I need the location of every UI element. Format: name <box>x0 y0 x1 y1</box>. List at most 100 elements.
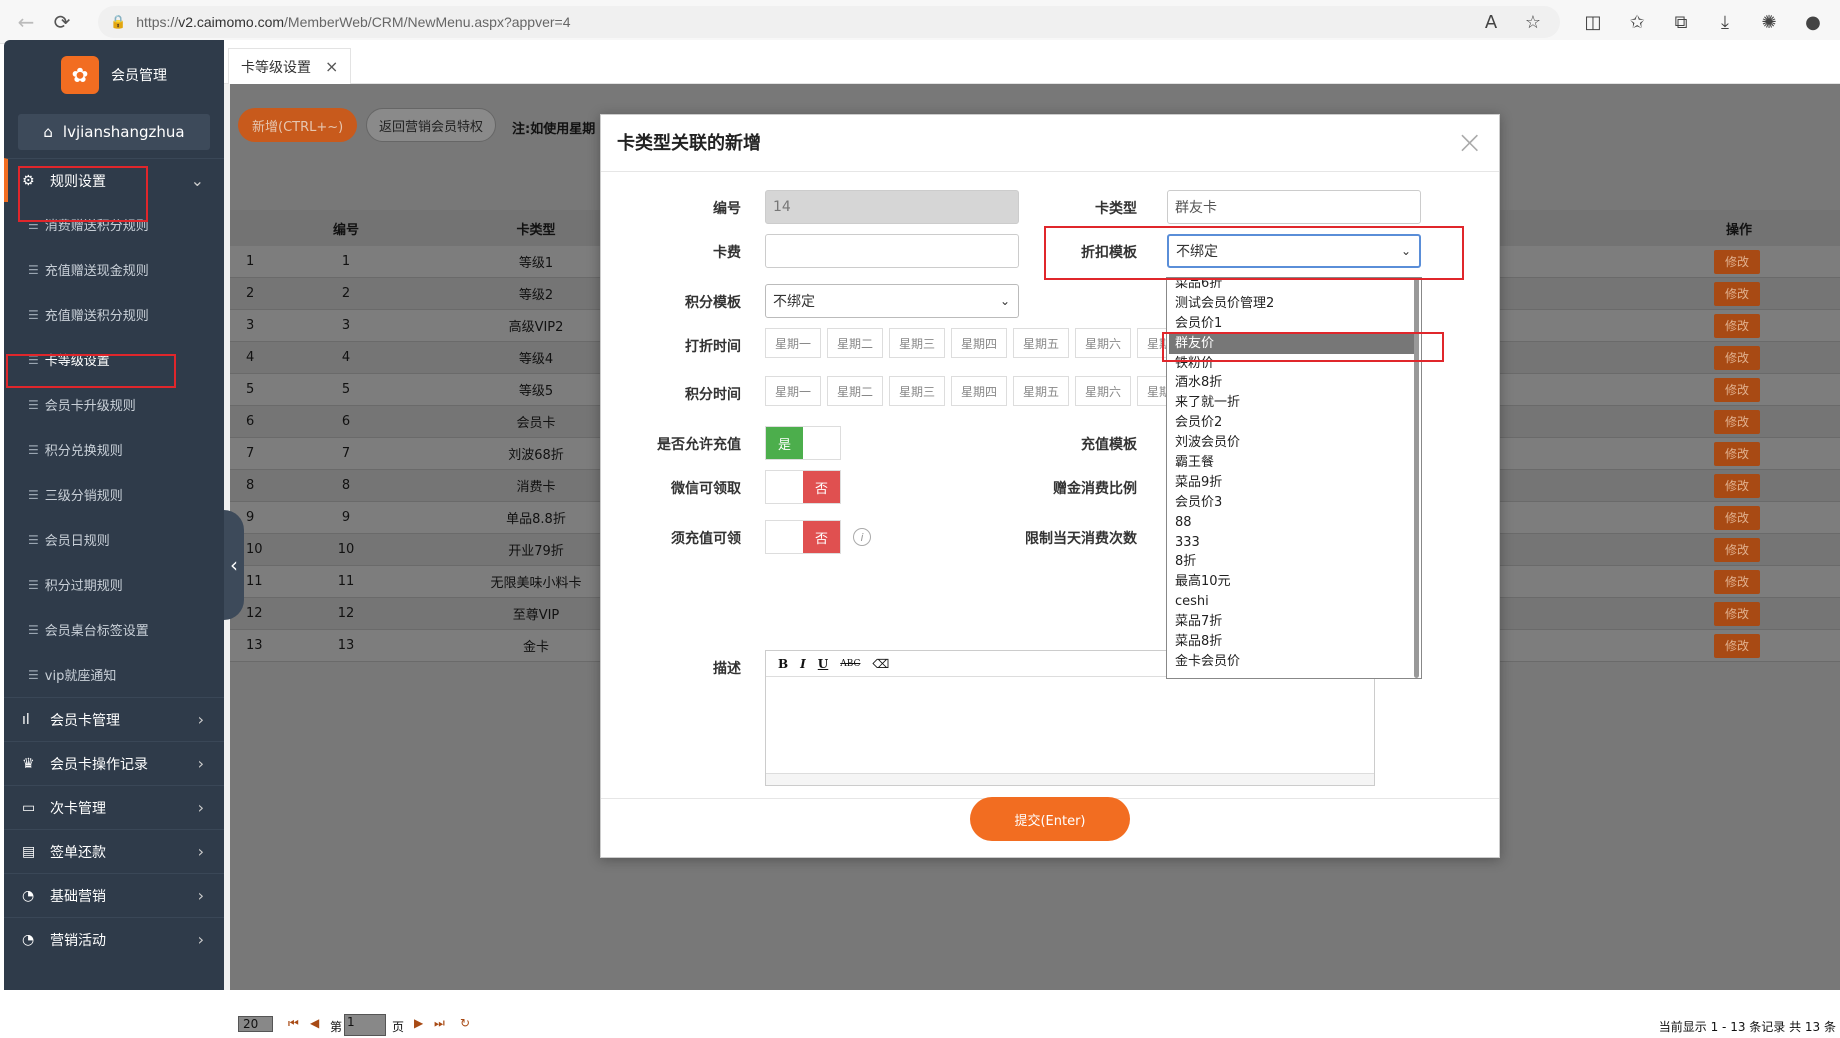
dropdown-option[interactable]: 测试会员价管理2 <box>1167 294 1421 314</box>
edit-button[interactable]: 修改 <box>1714 377 1760 402</box>
modal-title: 卡类型关联的新增 <box>617 133 761 154</box>
strikethrough-button[interactable]: ABC <box>840 659 860 669</box>
sub-item-points-expire[interactable]: ☰ 积分过期规则 <box>4 562 224 607</box>
collections-icon[interactable]: ⧉ <box>1664 6 1698 38</box>
download-icon[interactable]: ⤓ <box>1708 6 1742 38</box>
first-page-icon[interactable]: ⏮ <box>288 1016 299 1031</box>
refresh-icon[interactable]: ⟳ <box>44 4 80 40</box>
prev-page-icon[interactable]: ◀ <box>310 1016 319 1030</box>
back-to-privilege-button[interactable]: 返回营销会员特权 <box>366 108 497 142</box>
fee-field[interactable] <box>765 234 1019 268</box>
need-recharge-toggle[interactable]: 否 <box>765 520 841 554</box>
dropdown-option[interactable]: ceshi <box>1167 592 1421 612</box>
day-toggle[interactable]: 星期一 <box>765 328 821 358</box>
editor-resize-bar[interactable] <box>766 773 1374 785</box>
underline-button[interactable]: U <box>818 657 828 671</box>
edit-button[interactable]: 修改 <box>1714 505 1760 530</box>
sub-item-vip-notice[interactable]: ☰ vip就座通知 <box>4 652 224 697</box>
address-bar[interactable]: 🔒 https://v2.caimomo.com/MemberWeb/CRM/N… <box>98 6 1560 38</box>
favorite-star-icon[interactable]: ☆ <box>1516 6 1550 38</box>
dropdown-option[interactable]: 最高10元 <box>1167 572 1421 592</box>
cell-no: 9 <box>341 510 351 525</box>
sub-item-recharge-points[interactable]: ☰ 充值赠送积分规则 <box>4 292 224 337</box>
day-toggle[interactable]: 星期二 <box>827 328 883 358</box>
edit-button[interactable]: 修改 <box>1714 313 1760 338</box>
close-icon[interactable]: × <box>325 57 338 76</box>
dropdown-option[interactable]: 菜品7折 <box>1167 612 1421 632</box>
sub-item-table-tags[interactable]: ☰ 会员桌台标签设置 <box>4 607 224 652</box>
sidebar-collapse-toggle[interactable]: ‹ <box>224 510 244 620</box>
menu-card-management[interactable]: ıl 会员卡管理 › <box>4 697 224 741</box>
user-store-box[interactable]: ⌂ lvjianshangzhua <box>18 114 210 150</box>
sub-item-points-exchange[interactable]: ☰ 积分兑换规则 <box>4 427 224 472</box>
dropdown-option[interactable]: 会员价1 <box>1167 314 1421 334</box>
profile-avatar-icon[interactable]: ● <box>1796 6 1830 38</box>
edit-button[interactable]: 修改 <box>1714 569 1760 594</box>
row-index: 3 <box>246 318 255 333</box>
menu-basic-marketing[interactable]: ◔ 基础营销 › <box>4 873 224 917</box>
page-input[interactable]: 1 <box>344 1014 386 1036</box>
dropdown-option[interactable]: 来了就一折 <box>1167 393 1421 413</box>
allow-recharge-toggle[interactable]: 是 <box>765 426 841 460</box>
last-page-icon[interactable]: ⏭ <box>434 1016 445 1031</box>
day-toggle[interactable]: 星期三 <box>889 328 945 358</box>
day-toggle[interactable]: 星期五 <box>1013 376 1069 406</box>
day-toggle[interactable]: 星期五 <box>1013 328 1069 358</box>
edit-button[interactable]: 修改 <box>1714 537 1760 562</box>
day-toggle[interactable]: 星期三 <box>889 376 945 406</box>
back-icon[interactable]: ← <box>8 4 44 40</box>
edit-button[interactable]: 修改 <box>1714 345 1760 370</box>
day-toggle[interactable]: 星期一 <box>765 376 821 406</box>
points-template-select[interactable]: 不绑定 ⌄ <box>765 284 1019 318</box>
menu-card-records[interactable]: ♛ 会员卡操作记录 › <box>4 741 224 785</box>
close-icon[interactable]: × <box>1456 123 1483 161</box>
sub-item-distribution[interactable]: ☰ 三级分销规则 <box>4 472 224 517</box>
dropdown-option[interactable]: 菜品9折 <box>1167 473 1421 493</box>
menu-sign-repay[interactable]: ▤ 签单还款 › <box>4 829 224 873</box>
card-type-field[interactable]: 群友卡 <box>1167 190 1421 224</box>
submit-button[interactable]: 提交(Enter) <box>970 797 1130 841</box>
sub-item-recharge-cash[interactable]: ☰ 充值赠送现金规则 <box>4 247 224 292</box>
bold-button[interactable]: B <box>778 657 788 671</box>
page-size-select[interactable]: 20 <box>238 1016 274 1032</box>
wechat-claim-toggle[interactable]: 否 <box>765 470 841 504</box>
edit-button[interactable]: 修改 <box>1714 249 1760 274</box>
edit-button[interactable]: 修改 <box>1714 409 1760 434</box>
new-button[interactable]: 新增(CTRL+~) <box>238 108 358 142</box>
menu-times-card[interactable]: ▭ 次卡管理 › <box>4 785 224 829</box>
dropdown-option[interactable]: 会员价3 <box>1167 493 1421 513</box>
day-toggle[interactable]: 星期四 <box>951 376 1007 406</box>
info-icon[interactable]: i <box>853 528 871 546</box>
sub-item-card-upgrade[interactable]: ☰ 会员卡升级规则 <box>4 382 224 427</box>
dropdown-option[interactable]: 菜品8折 <box>1167 632 1421 652</box>
split-screen-icon[interactable]: ◫ <box>1576 6 1610 38</box>
dropdown-option[interactable]: 刘波会员价 <box>1167 433 1421 453</box>
favorites-icon[interactable]: ✩ <box>1620 6 1654 38</box>
edit-button[interactable]: 修改 <box>1714 473 1760 498</box>
sub-item-member-day[interactable]: ☰ 会员日规则 <box>4 517 224 562</box>
day-toggle[interactable]: 星期二 <box>827 376 883 406</box>
edit-button[interactable]: 修改 <box>1714 633 1760 658</box>
dropdown-option[interactable]: 88 <box>1167 513 1421 533</box>
tab-card-level[interactable]: 卡等级设置 × <box>228 48 352 84</box>
day-toggle[interactable]: 星期六 <box>1075 376 1131 406</box>
dropdown-option[interactable]: 霸王餐 <box>1167 453 1421 473</box>
extensions-icon[interactable]: ✺ <box>1752 6 1786 38</box>
list-icon: ☰ <box>28 532 39 547</box>
edit-button[interactable]: 修改 <box>1714 281 1760 306</box>
read-aloud-icon[interactable]: A <box>1474 6 1508 38</box>
dropdown-option[interactable]: 会员价2 <box>1167 413 1421 433</box>
reload-icon[interactable]: ↻ <box>460 1016 470 1030</box>
next-page-icon[interactable]: ▶ <box>414 1016 423 1030</box>
menu-marketing-activity[interactable]: ◔ 营销活动 › <box>4 917 224 961</box>
edit-button[interactable]: 修改 <box>1714 441 1760 466</box>
day-toggle[interactable]: 星期六 <box>1075 328 1131 358</box>
eraser-icon[interactable]: ⌫ <box>872 657 889 671</box>
day-toggle[interactable]: 星期四 <box>951 328 1007 358</box>
dropdown-option[interactable]: 333 <box>1167 533 1421 553</box>
dropdown-option[interactable]: 酒水8折 <box>1167 373 1421 393</box>
dropdown-option[interactable]: 金卡会员价 <box>1167 652 1421 672</box>
edit-button[interactable]: 修改 <box>1714 601 1760 626</box>
dropdown-option[interactable]: 8折 <box>1167 552 1421 572</box>
italic-button[interactable]: I <box>800 657 806 671</box>
